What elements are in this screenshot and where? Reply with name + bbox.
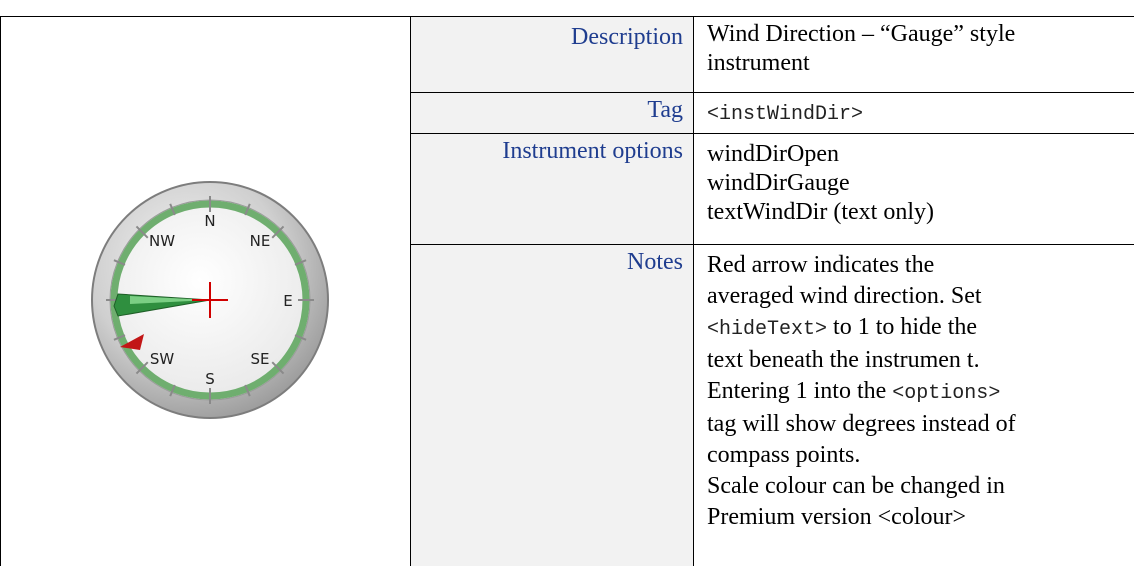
gauge-label-se: SE bbox=[251, 350, 270, 368]
row-divider-1 bbox=[410, 92, 1134, 93]
label-cell-notes: Notes bbox=[411, 245, 693, 566]
row-divider-2 bbox=[410, 133, 1134, 134]
description-line-1: Wind Direction – “Gauge” style bbox=[707, 21, 1016, 47]
column-divider-1 bbox=[410, 16, 411, 566]
notes-line-5-pre: Entering 1 into the bbox=[707, 378, 893, 404]
label-cell-description: Description bbox=[411, 17, 693, 92]
wind-direction-gauge-image: N NE E SE S SW W NW bbox=[91, 181, 329, 419]
gauge-label-ne: NE bbox=[250, 232, 271, 250]
gauge-label-e: E bbox=[283, 292, 292, 310]
label-description: Description bbox=[571, 24, 683, 50]
gauge-label-s: S bbox=[205, 370, 215, 388]
instrument-options-value: windDirOpen windDirGauge textWindDir (te… bbox=[707, 140, 1131, 227]
tag-value: <instWindDir> bbox=[707, 98, 1131, 129]
notes-line-1: Red arrow indicates the bbox=[707, 252, 935, 278]
label-cell-tag: Tag bbox=[411, 93, 693, 133]
gauge-label-nw: NW bbox=[149, 232, 175, 250]
notes-line-8: Scale colour can be changed in bbox=[707, 473, 1005, 499]
option-wind-dir-open: windDirOpen bbox=[707, 141, 839, 167]
row-divider-3 bbox=[410, 244, 1134, 245]
notes-line-7: compass points. bbox=[707, 442, 861, 468]
description-line-2: instrument bbox=[707, 50, 810, 76]
notes-value: Red arrow indicates the averaged wind di… bbox=[707, 250, 1131, 533]
gauge-label-n: N bbox=[204, 212, 215, 230]
gauge-label-sw: SW bbox=[150, 350, 175, 368]
notes-line-9: Premium version <colour> bbox=[707, 504, 967, 530]
table-top-border bbox=[0, 16, 1134, 17]
option-wind-dir-gauge: windDirGauge bbox=[707, 170, 850, 196]
label-notes: Notes bbox=[627, 249, 683, 275]
description-value: Wind Direction – “Gauge” style instrumen… bbox=[707, 20, 1131, 78]
option-text-wind-dir: textWindDir (text only) bbox=[707, 199, 934, 225]
notes-line-5: Entering 1 into the <options> bbox=[707, 376, 1131, 409]
notes-line-4: text beneath the instrumen t. bbox=[707, 347, 980, 373]
notes-line-2: averaged wind direction. Set bbox=[707, 283, 982, 309]
column-divider-2 bbox=[693, 16, 694, 566]
notes-line-6: tag will show degrees instead of bbox=[707, 411, 1016, 437]
hide-text-code: <hideText> bbox=[707, 318, 828, 341]
label-tag: Tag bbox=[647, 97, 683, 123]
notes-line-3: <hideText> to 1 to hide the bbox=[707, 312, 1131, 345]
notes-line-3-rest: to 1 to hide the bbox=[827, 314, 978, 340]
table-left-border bbox=[0, 16, 1, 566]
tag-code: <instWindDir> bbox=[707, 103, 864, 126]
label-instrument-options: Instrument options bbox=[502, 138, 683, 164]
label-cell-instrument-options: Instrument options bbox=[411, 134, 693, 244]
options-code: <options> bbox=[892, 382, 1001, 405]
document-page: Description Tag Instrument options Notes… bbox=[0, 0, 1134, 566]
